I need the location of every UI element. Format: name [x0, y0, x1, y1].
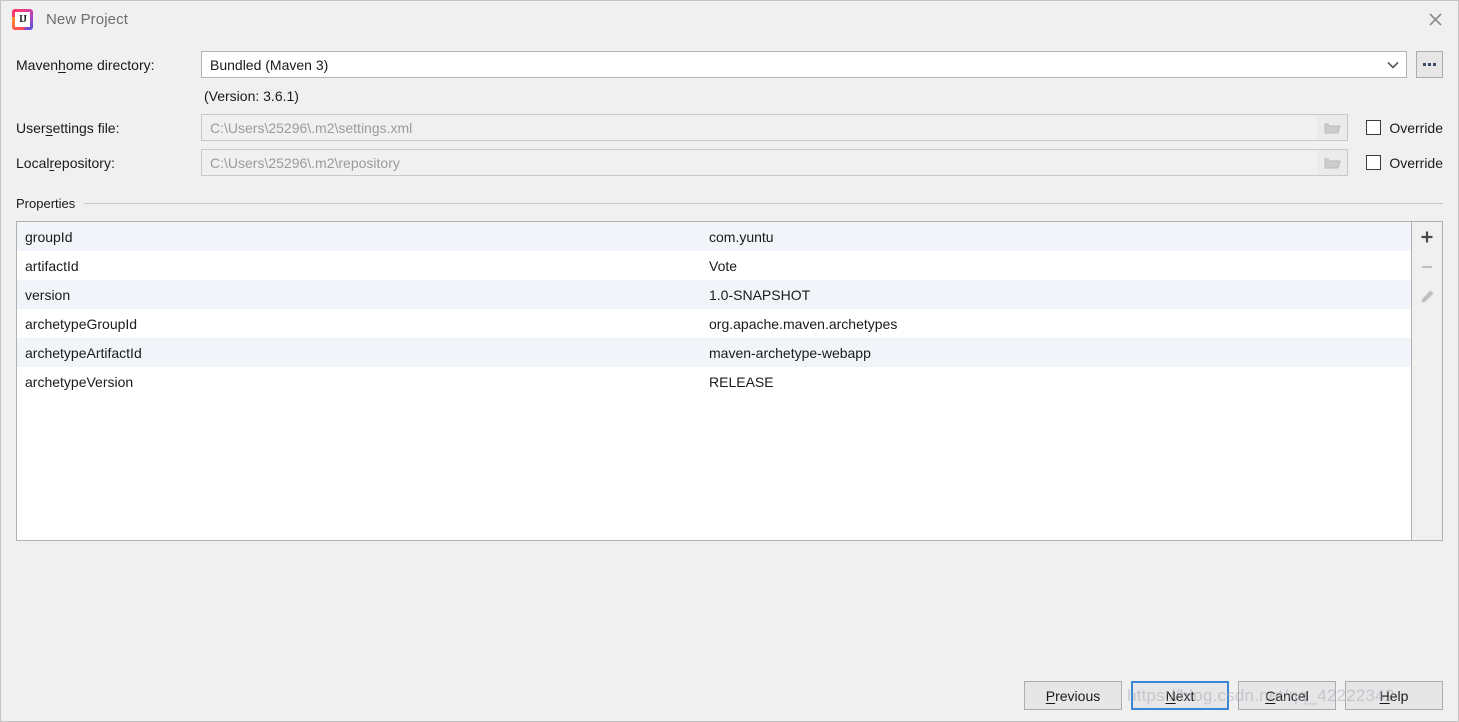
- next-button[interactable]: Next: [1131, 681, 1229, 710]
- intellij-idea-logo-icon: IJ: [12, 9, 33, 30]
- chevron-down-icon[interactable]: [1380, 52, 1406, 77]
- user-settings-override[interactable]: Override: [1366, 120, 1443, 136]
- window-title: New Project: [46, 11, 128, 28]
- maven-home-row: Bundled (Maven 3): [201, 47, 1443, 82]
- property-value: RELEASE: [709, 373, 774, 390]
- local-repository-override-checkbox[interactable]: [1366, 155, 1382, 170]
- add-property-button[interactable]: [1413, 226, 1441, 250]
- user-settings-label-post: ettings file:: [52, 119, 120, 136]
- maven-home-combobox[interactable]: Bundled (Maven 3): [201, 51, 1407, 78]
- local-repository-label: Local r epository:: [16, 145, 201, 180]
- pencil-icon: [1420, 289, 1435, 307]
- property-value: 1.0-SNAPSHOT: [709, 286, 811, 303]
- property-key: archetypeVersion: [25, 373, 134, 390]
- maven-settings-form: Maven home directory: Bundled (Maven 3): [16, 47, 1443, 180]
- user-settings-label-mnemonic: s: [45, 119, 53, 136]
- local-repository-value: C:\Users\25296\.m2\repository: [210, 154, 400, 171]
- maven-home-label: Maven h ome directory:: [16, 47, 201, 82]
- titlebar: IJ New Project: [1, 1, 1458, 38]
- edit-property-button: [1413, 286, 1441, 310]
- properties-table-wrap: groupId com.yuntu artifactId Vote version 1.0…: [16, 221, 1443, 541]
- property-key: artifactId: [25, 257, 79, 274]
- help-button-label: elp: [1389, 687, 1409, 704]
- dialog-content: Maven home directory: Bundled (Maven 3): [1, 38, 1458, 721]
- table-row[interactable]: archetypeArtifactId maven-archetype-webap…: [17, 338, 1411, 367]
- local-repository-input: C:\Users\25296\.m2\repository: [201, 149, 1349, 176]
- logo-mark-label: IJ: [15, 12, 30, 27]
- ellipsis-dot-icon: [1433, 63, 1436, 66]
- next-button-label: ext: [1175, 687, 1195, 704]
- remove-property-button: [1413, 256, 1441, 280]
- plus-icon: [1420, 230, 1434, 247]
- maven-home-label-post: ome directory:: [65, 56, 155, 73]
- previous-button[interactable]: Previous: [1024, 681, 1122, 710]
- property-value: org.apache.maven.archetypes: [709, 315, 898, 332]
- help-button[interactable]: Help: [1345, 681, 1443, 710]
- user-settings-value: C:\Users\25296\.m2\settings.xml: [210, 119, 413, 136]
- local-repository-row: C:\Users\25296\.m2\repository Override: [201, 145, 1443, 180]
- property-value: com.yuntu: [709, 228, 774, 245]
- cancel-button-mnemonic: C: [1265, 687, 1276, 704]
- local-repository-override-label: Override: [1389, 154, 1443, 171]
- properties-group: Properties groupId com.yuntu artifactId Vot…: [16, 194, 1443, 541]
- maven-home-value: Bundled (Maven 3): [210, 56, 329, 73]
- properties-toolbar: [1411, 221, 1443, 541]
- maven-home-label-pre: Maven: [16, 56, 59, 73]
- local-repository-label-post: epository:: [54, 154, 115, 171]
- properties-group-title: Properties: [16, 195, 76, 211]
- table-row[interactable]: version 1.0-SNAPSHOT: [17, 280, 1411, 309]
- dialog-footer: Previous Next Cancel Help: [1024, 681, 1443, 710]
- cancel-button[interactable]: Cancel: [1238, 681, 1336, 710]
- maven-version-note: (Version: 3.6.1): [204, 88, 299, 104]
- close-icon[interactable]: [1412, 1, 1458, 38]
- help-button-mnemonic: H: [1379, 687, 1390, 704]
- property-value: Vote: [709, 257, 738, 274]
- local-repository-label-pre: Local: [16, 154, 50, 171]
- property-key: groupId: [25, 228, 73, 245]
- maven-home-browse-button[interactable]: [1416, 51, 1443, 78]
- minus-icon: [1420, 260, 1434, 277]
- property-key: version: [25, 286, 71, 303]
- property-key: archetypeGroupId: [25, 315, 138, 332]
- next-button-mnemonic: N: [1165, 687, 1176, 704]
- table-row[interactable]: archetypeVersion RELEASE: [17, 367, 1411, 396]
- properties-group-header: Properties: [16, 194, 1443, 212]
- previous-button-label: revious: [1055, 687, 1101, 704]
- property-key: archetypeArtifactId: [25, 344, 142, 361]
- user-settings-label: User s ettings file:: [16, 110, 201, 145]
- cancel-button-label: ancel: [1275, 687, 1309, 704]
- user-settings-label-pre: User: [16, 119, 46, 136]
- local-repository-override[interactable]: Override: [1366, 155, 1443, 171]
- table-row[interactable]: artifactId Vote: [17, 251, 1411, 280]
- folder-icon: [1317, 115, 1348, 140]
- user-settings-override-checkbox[interactable]: [1366, 120, 1382, 135]
- ellipsis-dot-icon: [1428, 63, 1431, 66]
- ellipsis-dot-icon: [1423, 63, 1426, 66]
- new-project-dialog: IJ New Project Maven h ome directory: Bun…: [0, 0, 1459, 722]
- maven-home-label-mnemonic: h: [58, 56, 66, 73]
- property-value: maven-archetype-webapp: [709, 344, 871, 361]
- user-settings-row: C:\Users\25296\.m2\settings.xml Override: [201, 110, 1443, 145]
- group-separator: [84, 202, 1443, 204]
- properties-table[interactable]: groupId com.yuntu artifactId Vote version 1.0…: [16, 221, 1411, 541]
- user-settings-override-label: Override: [1389, 119, 1443, 136]
- user-settings-input: C:\Users\25296\.m2\settings.xml: [201, 114, 1349, 141]
- previous-button-mnemonic: P: [1045, 687, 1056, 704]
- table-row[interactable]: archetypeGroupId org.apache.maven.archety…: [17, 309, 1411, 338]
- table-row[interactable]: groupId com.yuntu: [17, 222, 1411, 251]
- folder-icon: [1317, 150, 1348, 175]
